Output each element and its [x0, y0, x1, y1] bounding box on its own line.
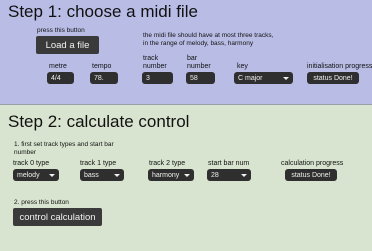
key-dropdown[interactable]: C major [234, 72, 293, 84]
load-file-button[interactable]: Load a file [36, 36, 99, 54]
press-hint-label: press this button [37, 27, 85, 34]
init-progress-label: initialisation progress [307, 63, 372, 70]
chevron-down-icon [241, 173, 247, 177]
instruction2: 2. press this button [14, 199, 69, 206]
chevron-down-icon [283, 76, 289, 80]
step2-panel: Step 2: calculate control 1. first set t… [0, 104, 372, 251]
key-dropdown-value: C major [238, 74, 263, 82]
track1-type-value: bass [84, 171, 99, 179]
start-bar-dropdown[interactable]: 28 [207, 169, 251, 181]
track1-type-label: track 1 type [80, 160, 117, 167]
track2-type-dropdown[interactable]: harmony [148, 169, 194, 181]
chevron-down-icon [114, 173, 120, 177]
tempo-field[interactable]: 78. [90, 72, 118, 84]
metre-field[interactable]: 4/4 [47, 72, 74, 84]
calc-progress-label: calculation progress [281, 160, 344, 167]
step1-title: Step 1: choose a midi file [8, 2, 198, 21]
metre-label: metre [49, 63, 67, 70]
track-number-field[interactable]: 3 [142, 72, 173, 84]
instruction1-line1: 1. first set track types and start bar [14, 141, 114, 148]
init-status-badge: status Done! [307, 72, 359, 84]
track1-type-dropdown[interactable]: bass [80, 169, 124, 181]
tempo-label: tempo [92, 63, 112, 70]
instruction1-line2: number [14, 149, 37, 156]
step1-panel: Step 1: choose a midi file press this bu… [0, 0, 372, 104]
track0-type-value: melody [17, 171, 40, 179]
bar-number-label-2: number [187, 63, 211, 70]
info-line2: in the range of melody, bass, harmony [143, 40, 254, 47]
chevron-down-icon [49, 173, 55, 177]
track2-type-value: harmony [152, 171, 180, 179]
start-bar-value: 28 [211, 171, 219, 179]
bar-number-field[interactable]: 58 [186, 72, 215, 84]
step2-title: Step 2: calculate control [8, 112, 190, 131]
start-bar-label: start bar num [208, 160, 250, 167]
track-number-label-1: track [143, 55, 159, 62]
info-line1: the midi file should have at most three … [143, 32, 274, 39]
track0-type-label: track 0 type [13, 160, 50, 167]
control-calculation-button[interactable]: control calculation [13, 208, 102, 226]
track-number-label-2: number [143, 63, 167, 70]
calc-status-badge: status Done! [285, 169, 337, 181]
track0-type-dropdown[interactable]: melody [13, 169, 59, 181]
chevron-down-icon [184, 173, 190, 177]
track2-type-label: track 2 type [149, 160, 186, 167]
key-label: key [237, 63, 248, 70]
bar-number-label-1: bar [187, 55, 198, 62]
